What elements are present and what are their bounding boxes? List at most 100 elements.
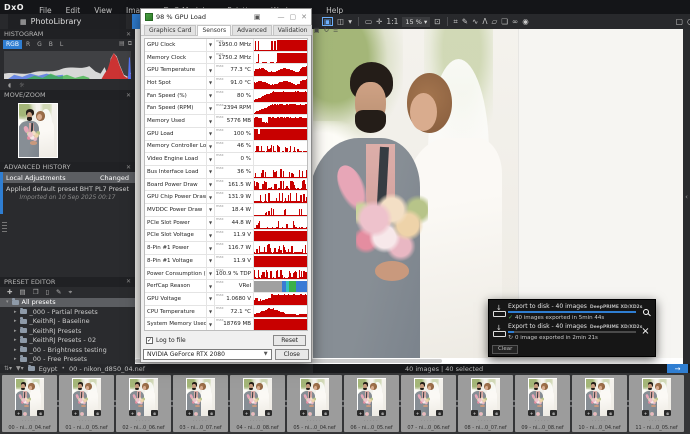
gpuz-tab-sensors[interactable]: Sensors xyxy=(197,25,231,36)
star-rating[interactable]: ····· xyxy=(401,418,456,424)
reject-badge-icon[interactable]: ⊗ xyxy=(550,410,557,416)
star-rating[interactable]: ····· xyxy=(344,418,399,424)
camera-icon[interactable]: ▣ xyxy=(254,13,261,21)
chevron-down-icon[interactable]: ▼ xyxy=(207,242,215,254)
star-rating[interactable]: ····· xyxy=(59,418,114,424)
reject-badge-icon[interactable]: ⊗ xyxy=(208,410,215,416)
sort-icon[interactable]: ⇅▾ xyxy=(4,365,12,372)
close-icon[interactable]: × xyxy=(639,323,652,341)
log-checkbox[interactable]: ✓ xyxy=(146,337,153,344)
history-row[interactable]: Applied default presetBHT PL7 Preset xyxy=(0,183,135,194)
preset-item-00-brightness-testing[interactable]: ▸_00 - Brightness testing xyxy=(0,345,135,355)
channel-rgb[interactable]: RGB xyxy=(3,40,22,49)
chevron-down-icon[interactable]: ▼ xyxy=(207,166,215,178)
gpuz-tab-advanced[interactable]: Advanced xyxy=(232,25,272,35)
fit-screen-icon[interactable]: ⊡ xyxy=(434,18,440,26)
reject-badge-icon[interactable]: ⊗ xyxy=(379,410,386,416)
gpuz-titlebar[interactable]: 98 % GPU Load ▣ — ▢ ✕ xyxy=(141,9,311,24)
compare-badge-icon[interactable]: + xyxy=(15,410,22,416)
highlight-clip-icon[interactable]: ☼ xyxy=(19,82,24,89)
chevron-down-icon[interactable]: ▼ xyxy=(207,141,215,153)
magnifier-icon[interactable] xyxy=(639,303,652,321)
single-view-icon[interactable]: ▣ xyxy=(322,17,333,27)
film-card-6[interactable]: +⊗·····06 - ni...0_05.nef xyxy=(344,375,399,432)
history-row[interactable]: Local AdjustmentsChanged xyxy=(0,172,135,183)
chevron-down-icon[interactable]: ▼ xyxy=(207,179,215,191)
star-rating[interactable]: ····· xyxy=(173,418,228,424)
picker-icon[interactable]: ✎ xyxy=(462,18,468,26)
reject-badge-icon[interactable]: ⊗ xyxy=(94,410,101,416)
breadcrumb-folder[interactable]: Egypt xyxy=(39,365,58,373)
preview-icon[interactable]: ◉ xyxy=(522,18,529,26)
screenshot-icon[interactable]: ▣ xyxy=(313,26,319,34)
reject-badge-icon[interactable]: ⊗ xyxy=(436,410,443,416)
gpuz-tab-validation[interactable]: Validation xyxy=(273,25,313,35)
view-caret-icon[interactable]: ▾ xyxy=(348,18,352,26)
chevron-right-icon[interactable]: ▸ xyxy=(14,337,17,343)
chevron-down-icon[interactable]: ▼ xyxy=(207,115,215,127)
film-card-0[interactable]: +⊗·····00 - ni...0_04.nef xyxy=(2,375,57,432)
chevron-right-icon[interactable]: ▸ xyxy=(14,328,17,334)
preset-item-00-free-presets[interactable]: ▸_00 - Free Presets xyxy=(0,355,135,365)
duplicate-preset-icon[interactable]: ❐ xyxy=(33,288,39,296)
compare-badge-icon[interactable]: + xyxy=(243,410,250,416)
chevron-down-icon[interactable]: ▼ xyxy=(207,230,215,242)
gpu-select[interactable]: NVIDIA GeForce RTX 2080 ▼ xyxy=(143,349,272,360)
reject-badge-icon[interactable]: ⊗ xyxy=(493,410,500,416)
chevron-down-icon[interactable]: ▼ xyxy=(207,293,215,305)
chain-icon[interactable]: ∞ xyxy=(512,18,518,26)
horizon-icon[interactable]: ∿ xyxy=(472,18,478,26)
split-view-icon[interactable]: ◫ xyxy=(337,18,344,26)
compare-badge-icon[interactable]: + xyxy=(642,410,649,416)
chevron-down-icon[interactable]: ▼ xyxy=(207,52,215,64)
film-card-4[interactable]: +⊗·····04 - ni...0_08.nef xyxy=(230,375,285,432)
compare-badge-icon[interactable]: + xyxy=(72,410,79,416)
minimize-icon[interactable]: — xyxy=(278,13,285,21)
reject-badge-icon[interactable]: ⊗ xyxy=(37,410,44,416)
clone-icon[interactable]: ❏ xyxy=(501,18,508,26)
film-card-3[interactable]: +⊗·····03 - ni...0_07.nef xyxy=(173,375,228,432)
chevron-down-icon[interactable]: ▼ xyxy=(207,128,215,140)
preset-item-all-presets[interactable]: ▾All presets xyxy=(0,298,135,308)
close-button[interactable]: Close xyxy=(275,349,309,360)
chevron-down-icon[interactable]: ▼ xyxy=(207,191,215,203)
chevron-down-icon[interactable]: ▼ xyxy=(207,64,215,76)
chevron-down-icon[interactable]: ▼ xyxy=(207,217,215,229)
close-icon[interactable]: ✕ xyxy=(126,278,131,285)
film-card-5[interactable]: +⊗·····05 - ni...0_04.nef xyxy=(287,375,342,432)
right-panel-collapse[interactable]: ‹ xyxy=(683,29,690,364)
chevron-right-icon[interactable]: ▸ xyxy=(14,309,17,315)
reject-badge-icon[interactable]: ⊗ xyxy=(664,410,671,416)
menu-icon[interactable]: ≡ xyxy=(333,26,338,34)
preview-preset-icon[interactable]: ▤ xyxy=(19,288,25,296)
shadow-clip-icon[interactable]: ◖ xyxy=(8,82,11,89)
chevron-down-icon[interactable]: ▼ xyxy=(207,268,215,280)
preset-item-keithrj-presets[interactable]: ▸_KeithRJ Presets xyxy=(0,326,135,336)
film-card-9[interactable]: +⊗·····09 - ni...0_08.nef xyxy=(515,375,570,432)
filter-icon[interactable]: ▼▾ xyxy=(16,365,24,372)
close-icon[interactable]: ✕ xyxy=(126,31,131,38)
star-rating[interactable]: ····· xyxy=(230,418,285,424)
chevron-right-icon[interactable]: ▸ xyxy=(14,356,17,362)
film-card-7[interactable]: +⊗·····07 - ni...0_06.nef xyxy=(401,375,456,432)
preset-item-keithrj-presets-02[interactable]: ▸_KeithRJ Presets - 02 xyxy=(0,336,135,346)
move-icon[interactable]: ✛ xyxy=(376,18,382,26)
chevron-down-icon[interactable]: ▼ xyxy=(207,103,215,115)
panel-resize-grip[interactable] xyxy=(2,220,7,234)
star-rating[interactable]: ····· xyxy=(2,418,57,424)
channel-r[interactable]: R xyxy=(23,40,33,49)
star-rating[interactable]: ····· xyxy=(458,418,513,424)
preset-item-000-partial-presets[interactable]: ▸_000 - Partial Presets xyxy=(0,307,135,317)
film-card-2[interactable]: +⊗·····02 - ni...0_06.nef xyxy=(116,375,171,432)
rename-preset-icon[interactable]: ✎ xyxy=(56,288,61,296)
chevron-down-icon[interactable]: ▼ xyxy=(207,90,215,102)
star-rating[interactable]: ····· xyxy=(629,418,684,424)
compare-badge-icon[interactable]: + xyxy=(357,410,364,416)
compare-badge-icon[interactable]: + xyxy=(414,410,421,416)
film-card-10[interactable]: +⊗·····10 - ni...0_04.nef xyxy=(572,375,627,432)
compare-badge-icon[interactable]: + xyxy=(186,410,193,416)
tab-photolibrary[interactable]: ▦ PhotoLibrary xyxy=(8,14,126,29)
crop-icon[interactable]: ⌗ xyxy=(454,18,458,26)
chevron-right-icon[interactable]: ▸ xyxy=(14,347,17,353)
chevron-down-icon[interactable]: ▾ xyxy=(6,299,9,305)
